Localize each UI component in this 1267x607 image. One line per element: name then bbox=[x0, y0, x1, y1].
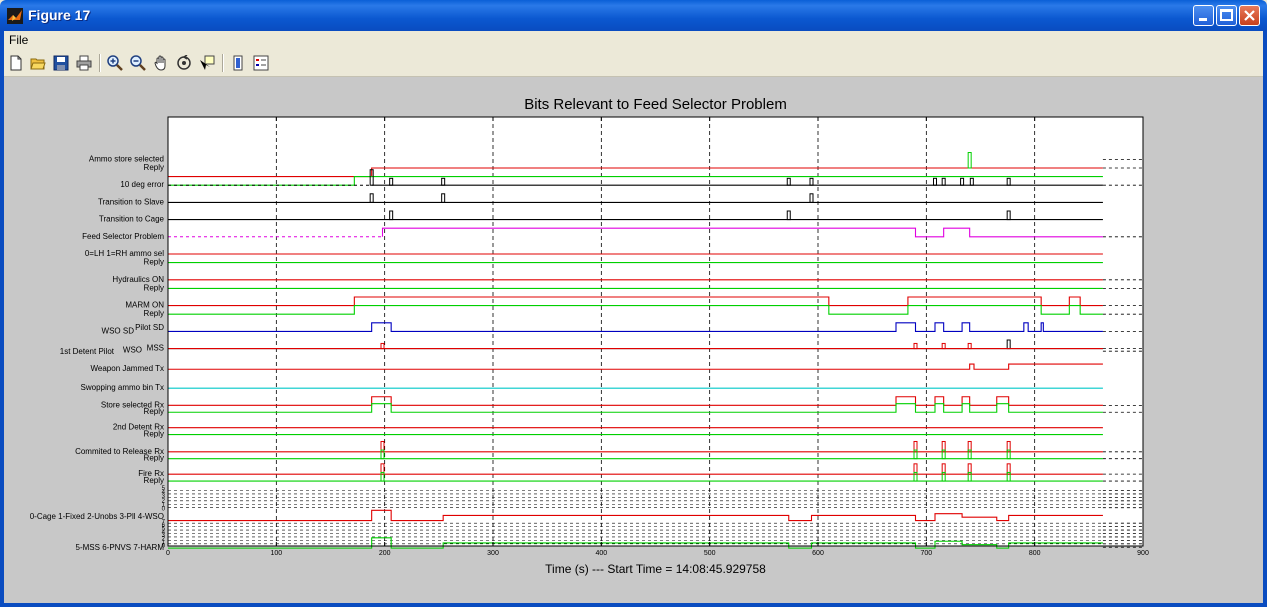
row-label-22: Reply bbox=[144, 430, 164, 439]
menu-file[interactable]: File bbox=[9, 33, 28, 47]
pan-icon bbox=[154, 55, 166, 71]
row-label-4: Transition to Cage bbox=[99, 215, 165, 224]
x-tick-label-5: 500 bbox=[704, 550, 716, 557]
x-tick-label-1: 100 bbox=[270, 550, 282, 557]
x-tick-label-3: 300 bbox=[487, 550, 499, 557]
figure-canvas: Bits Relevant to Feed Selector Problem Am… bbox=[4, 77, 1263, 603]
save-button[interactable] bbox=[51, 53, 71, 73]
x-tick-label-0: 0 bbox=[166, 550, 170, 557]
x-tick-label-7: 700 bbox=[920, 550, 932, 557]
x-tick-label-9: 900 bbox=[1137, 550, 1149, 557]
zoom-in-button[interactable] bbox=[105, 53, 125, 73]
print-button[interactable] bbox=[74, 53, 94, 73]
x-tick-label-6: 600 bbox=[812, 550, 824, 557]
row-label-28: 5-MSS 6-PNVS 7-HARM bbox=[76, 543, 165, 552]
colorbar-button[interactable] bbox=[228, 53, 248, 73]
maximize-icon bbox=[1220, 9, 1233, 21]
zoom-out-icon bbox=[130, 55, 146, 71]
data-cursor-icon bbox=[200, 55, 215, 70]
colorbar-icon bbox=[233, 55, 243, 71]
rotate-3d-button[interactable] bbox=[174, 53, 194, 73]
x-tick-label-2: 200 bbox=[379, 550, 391, 557]
toolbar-separator bbox=[99, 54, 101, 72]
open-file-icon bbox=[30, 58, 46, 70]
figure-window: Figure 17 File Bits Relevant to Feed Sel… bbox=[0, 0, 1267, 607]
print-icon bbox=[76, 55, 92, 71]
window-frame-right bbox=[1263, 31, 1267, 607]
x-tick-label-8: 800 bbox=[1029, 550, 1041, 557]
row-label-18: Swopping ammo bin Tx bbox=[81, 383, 164, 392]
x-axis-label: Time (s) --- Start Time = 14:08:45.92975… bbox=[545, 562, 766, 576]
window-title: Figure 17 bbox=[28, 7, 91, 23]
row-label-9: Reply bbox=[144, 283, 164, 292]
row-label-24: Reply bbox=[144, 454, 164, 463]
row-label-11: Reply bbox=[144, 309, 164, 318]
new-figure-button[interactable] bbox=[6, 53, 26, 73]
row-label-27: 0-Cage 1-Fixed 2-Unobs 3-Pll 4-WSO bbox=[30, 512, 164, 521]
row-label-12: WSO SD bbox=[102, 326, 135, 335]
row-label-15: WSO bbox=[123, 345, 142, 354]
close-icon bbox=[1244, 10, 1255, 21]
row-label-20: Reply bbox=[144, 407, 164, 416]
save-icon bbox=[53, 55, 69, 71]
title-bar[interactable]: Figure 17 bbox=[0, 0, 1267, 31]
minimize-button[interactable] bbox=[1193, 5, 1214, 26]
minimize-icon bbox=[1199, 18, 1207, 21]
window-frame-left bbox=[0, 31, 4, 607]
row-label-16: MSS bbox=[147, 344, 164, 353]
row-label-13: Pilot SD bbox=[135, 323, 164, 332]
pan-button[interactable] bbox=[151, 53, 171, 73]
row-label-14: 1st Detent Pilot bbox=[60, 347, 115, 356]
toolbar-separator bbox=[222, 54, 224, 72]
legend-icon bbox=[253, 55, 269, 71]
open-file-button[interactable] bbox=[28, 53, 48, 73]
row-label-7: Reply bbox=[144, 258, 164, 267]
figure-toolbar bbox=[4, 50, 1263, 77]
row-label-17: Weapon Jammed Tx bbox=[90, 364, 164, 373]
data-cursor-button[interactable] bbox=[197, 53, 217, 73]
row-label-5: Feed Selector Problem bbox=[82, 232, 164, 241]
digit-label-5: 0 bbox=[162, 507, 166, 513]
row-label-1: Reply bbox=[144, 163, 164, 172]
zoom-out-button[interactable] bbox=[128, 53, 148, 73]
legend-button[interactable] bbox=[251, 53, 271, 73]
maximize-button[interactable] bbox=[1216, 5, 1237, 26]
rotate-3d-icon bbox=[177, 55, 191, 70]
plot-area: Bits Relevant to Feed Selector ProblemAm… bbox=[30, 96, 1149, 576]
close-button[interactable] bbox=[1239, 5, 1260, 26]
new-figure-icon bbox=[10, 55, 22, 71]
chart-title: Bits Relevant to Feed Selector Problem bbox=[524, 96, 787, 113]
row-label-26: Reply bbox=[144, 476, 164, 485]
window-frame-bottom bbox=[0, 603, 1267, 607]
matlab-logo-icon bbox=[7, 8, 23, 24]
x-tick-label-4: 400 bbox=[595, 550, 607, 557]
row-label-3: Transition to Slave bbox=[98, 197, 165, 206]
digit-label-13: 0 bbox=[162, 544, 166, 550]
row-label-2: 10 deg error bbox=[120, 180, 164, 189]
zoom-in-icon bbox=[107, 55, 123, 71]
menu-bar: File bbox=[4, 31, 1263, 50]
